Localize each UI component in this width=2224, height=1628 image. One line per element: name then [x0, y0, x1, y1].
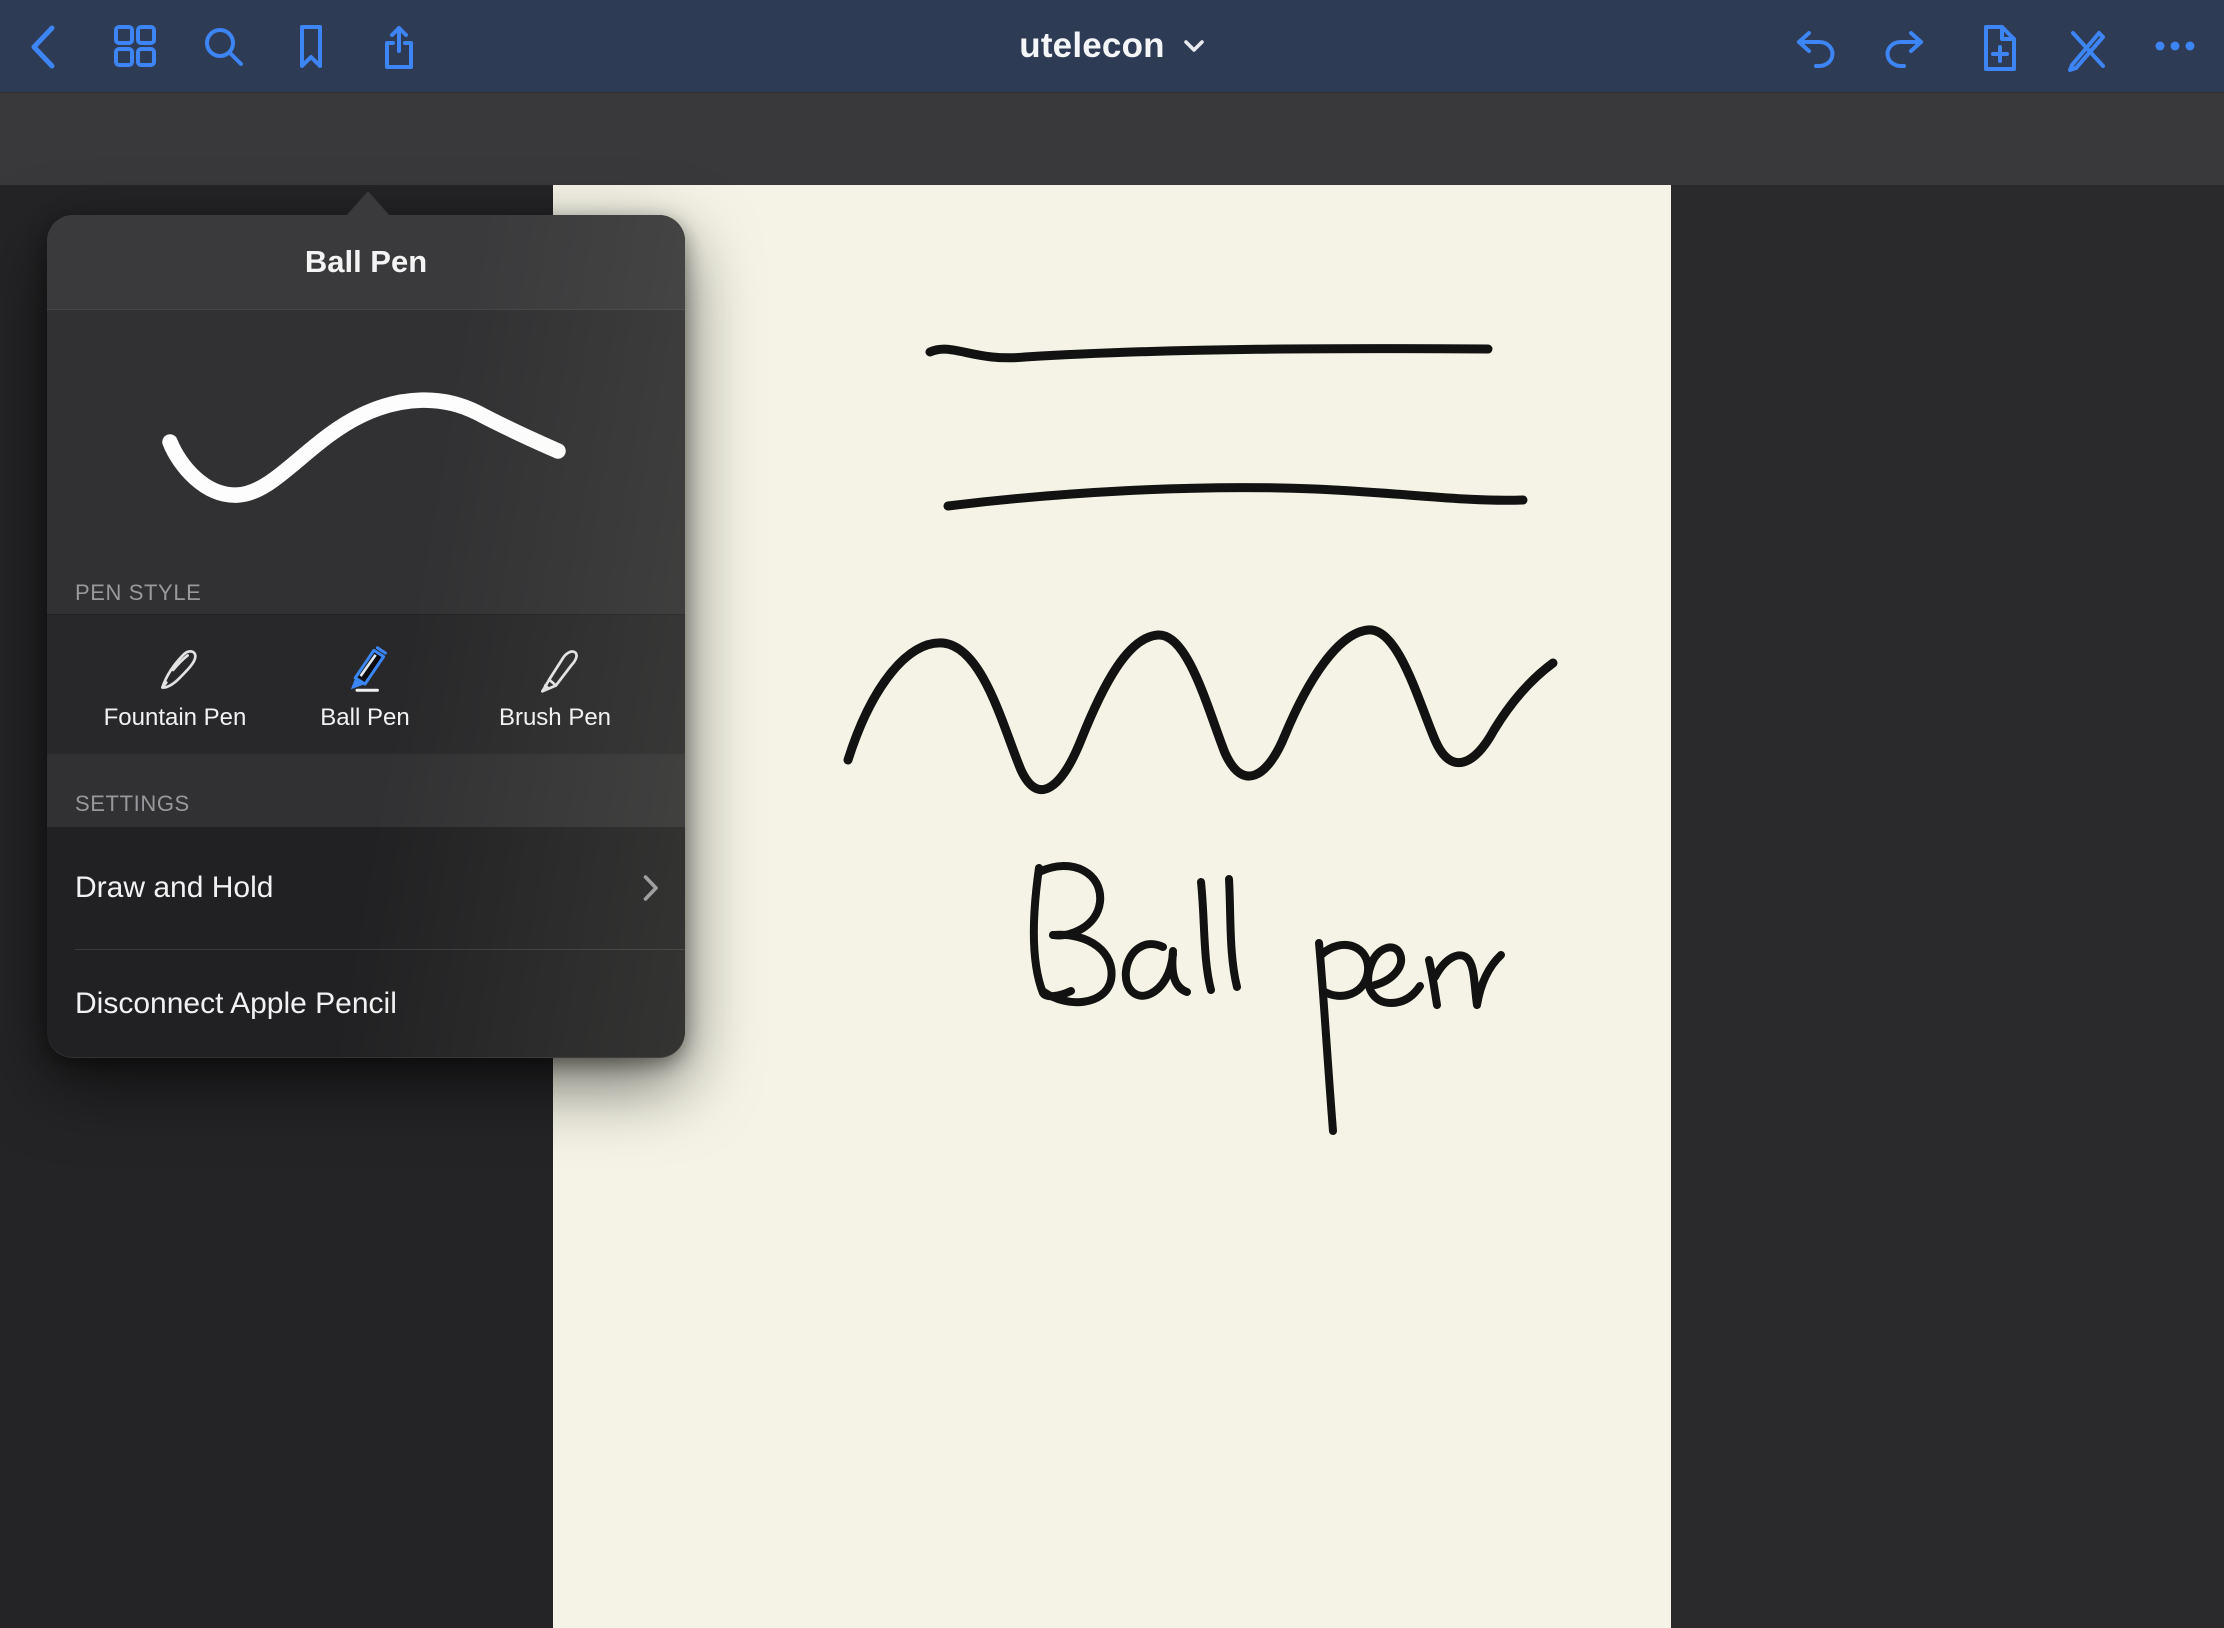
stop-editing-button[interactable]	[2054, 15, 2116, 77]
handwriting-ball-pen	[1034, 866, 1501, 1131]
drawing-toolbar	[0, 92, 2224, 185]
pen-style-ball-pen-selected[interactable]: Ball Pen	[270, 615, 460, 754]
pen-style-label-text: Brush Pen	[499, 704, 611, 732]
pen-style-label: PEN STYLE	[75, 580, 201, 606]
fountain-pen-icon	[144, 638, 206, 700]
pen-stroke-preview	[47, 310, 685, 564]
stroke-horizontal-line-1	[930, 349, 1488, 358]
notebook-page-canvas[interactable]	[553, 185, 1671, 1628]
stroke-horizontal-line-2	[948, 488, 1523, 506]
disconnect-apple-pencil-row[interactable]: Disconnect Apple Pencil	[47, 950, 685, 1057]
popover-title: Ball Pen	[305, 244, 427, 280]
search-button[interactable]	[192, 15, 254, 77]
pen-style-label-text: Ball Pen	[320, 704, 409, 732]
bookmark-icon	[285, 20, 337, 72]
crossed-pen-icon	[2059, 20, 2111, 72]
pen-style-section-header: PEN STYLE	[47, 564, 685, 614]
add-page-icon	[1969, 20, 2021, 72]
pen-style-options: Fountain Pen Ball Pen Brush Pen	[47, 614, 685, 754]
popover-header: Ball Pen	[47, 215, 685, 310]
undo-icon	[1789, 20, 1841, 72]
pen-style-label-text: Fountain Pen	[104, 704, 247, 732]
disclosure-chevron-icon	[643, 874, 659, 902]
bookmark-button[interactable]	[280, 15, 342, 77]
draw-and-hold-row[interactable]: Draw and Hold	[47, 827, 685, 949]
settings-row-divider	[47, 949, 685, 950]
page-thumbnails-button[interactable]	[104, 15, 166, 77]
topbar-left-group	[16, 0, 430, 92]
redo-button[interactable]	[1874, 15, 1936, 77]
add-page-button[interactable]	[1964, 15, 2026, 77]
ink-strokes	[553, 185, 1671, 1628]
redo-icon	[1879, 20, 1931, 72]
disconnect-apple-pencil-label: Disconnect Apple Pencil	[75, 987, 659, 1021]
pen-style-fountain-pen[interactable]: Fountain Pen	[80, 615, 270, 754]
grid-icon	[109, 20, 161, 72]
canvas-surround-right	[1671, 185, 2224, 1628]
back-button[interactable]	[16, 15, 78, 77]
popover-arrow	[346, 191, 390, 216]
settings-label: SETTINGS	[75, 791, 190, 817]
ball-pen-icon	[334, 638, 396, 700]
more-button[interactable]	[2144, 15, 2206, 77]
pen-settings-popover: Ball Pen PEN STYLE Fountain Pen Ball Pen…	[47, 215, 685, 1058]
undo-button[interactable]	[1784, 15, 1846, 77]
preview-wave-icon	[47, 310, 685, 564]
settings-section-header: SETTINGS	[47, 754, 685, 827]
document-title[interactable]: utelecon	[1019, 26, 1165, 66]
back-chevron-icon	[21, 20, 73, 72]
title-chevron-down-icon	[1183, 39, 1205, 53]
search-icon	[197, 20, 249, 72]
stroke-wavy-line	[848, 630, 1553, 790]
draw-and-hold-label: Draw and Hold	[75, 871, 643, 905]
share-button[interactable]	[368, 15, 430, 77]
more-ellipsis-icon	[2149, 20, 2201, 72]
share-icon	[373, 20, 425, 72]
brush-pen-icon	[524, 638, 586, 700]
pen-style-brush-pen[interactable]: Brush Pen	[460, 615, 650, 754]
topbar-right-group	[1784, 0, 2206, 92]
top-navigation-bar: utelecon	[0, 0, 2224, 92]
